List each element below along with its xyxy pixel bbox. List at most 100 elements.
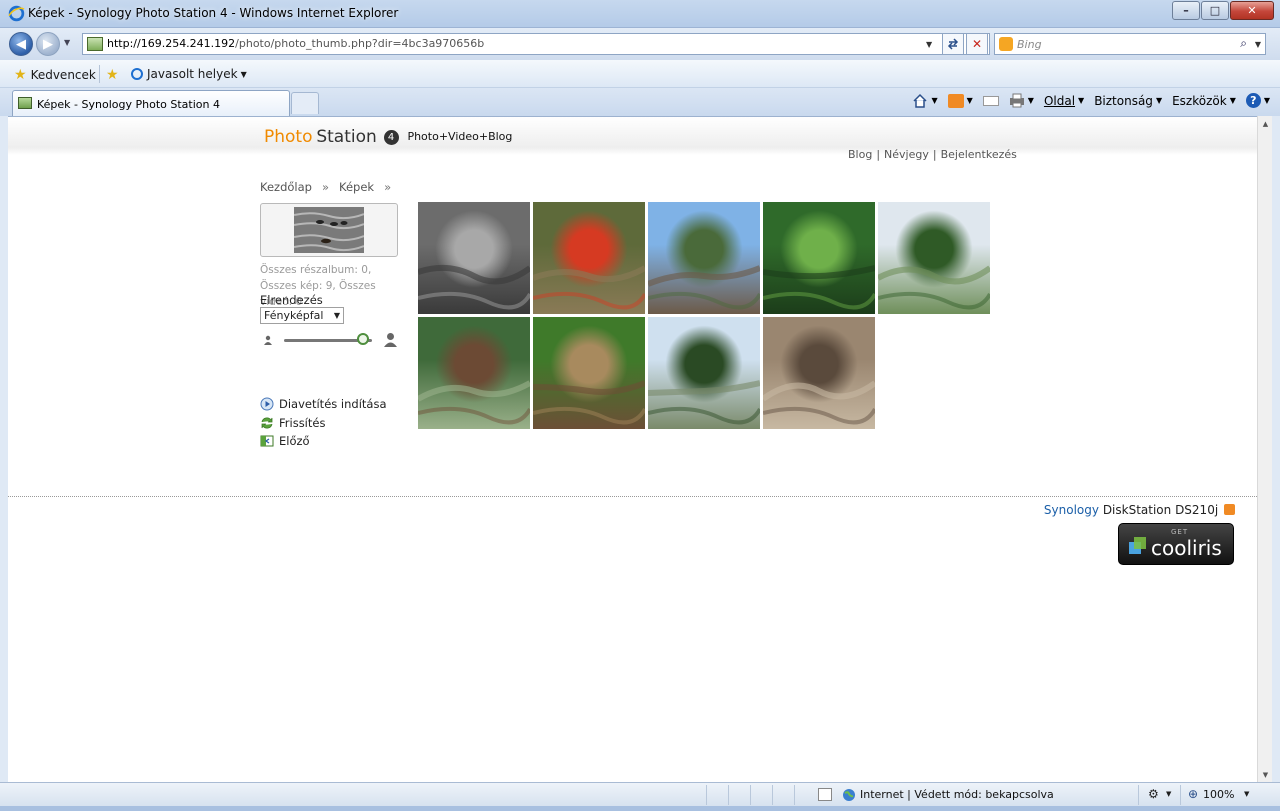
play-icon [260,397,274,411]
scroll-down-arrow-icon[interactable]: ▼ [1258,767,1273,782]
photo-thumbnail[interactable] [648,317,760,429]
suggested-sites-button[interactable]: Javasolt helyek ▼ [130,67,247,81]
footer-brand: Synology DiskStation DS210j [1044,503,1235,517]
red-mushroom-photo [533,265,645,310]
sort-label: Elrendezés [260,293,323,307]
close-button[interactable]: ✕ [1230,1,1274,20]
security-zone-text[interactable]: Internet | Védett mód: bekapcsolva [860,788,1054,801]
favorites-star-icon: ★ [14,67,27,83]
status-separator [706,785,707,805]
conifer-clearing-photo [648,380,760,425]
add-to-favorites-icon: ★ [106,67,119,83]
vertical-scrollbar[interactable]: ▲ ▼ [1257,116,1272,782]
small-person-icon[interactable] [263,335,273,345]
search-box[interactable]: Bing ⌕ ▼ [994,33,1266,55]
address-url[interactable]: http://169.254.241.192/photo/photo_thumb… [107,37,484,50]
refresh-button[interactable] [942,33,964,55]
chevron-down-icon[interactable]: ▼ [1166,790,1171,798]
thumbnail-size-slider-thumb[interactable] [357,333,370,345]
recent-pages-dropdown[interactable]: ▼ [64,38,70,47]
protected-mode-icon[interactable]: ⚙ [1148,787,1159,801]
minimize-button[interactable]: – [1172,1,1200,20]
search-icon[interactable]: ⌕ [1240,36,1247,51]
previous-link[interactable]: Előző [260,434,310,448]
forward-button[interactable]: ▶ [36,32,60,56]
tab-bar: Képek - Synology Photo Station 4 ▼ ▼ ▼ O… [0,88,1280,116]
refresh-link[interactable]: Frissítés [260,416,325,430]
login-link[interactable]: Bejelentkezés [941,148,1017,161]
address-bar[interactable]: http://169.254.241.192/photo/photo_thumb… [82,33,990,55]
refresh-icon [947,38,959,50]
page-menu[interactable]: Oldal ▼ [1044,94,1084,108]
photo-thumbnail[interactable] [533,317,645,429]
about-link[interactable]: Névjegy [884,148,929,161]
favorites-bar: ★ Kedvencek ★ Javasolt helyek ▼ [0,60,1280,88]
breadcrumb-home[interactable]: Kezdőlap [260,180,312,194]
cooliris-logo-icon [1129,537,1146,554]
forest-valley-photo [878,265,990,310]
photo-thumbnail[interactable] [648,202,760,314]
window-titlebar: Képek - Synology Photo Station 4 - Windo… [0,0,1280,28]
maximize-button[interactable]: □ [1201,1,1229,20]
feeds-button[interactable]: ▼ [947,93,973,108]
favorites-button[interactable]: ★ Kedvencek [14,67,96,83]
photo-thumbnail[interactable] [418,202,530,314]
stop-button[interactable]: ✕ [966,33,988,55]
search-dropdown-icon[interactable]: ▼ [1255,40,1261,49]
zoom-dropdown-icon[interactable]: ▼ [1244,790,1249,798]
tools-menu-label: Eszközök [1172,93,1227,108]
help-button[interactable]: ? ▼ [1245,93,1270,108]
ducks-on-water-photo [418,264,530,310]
site-logo[interactable]: Photo Station 4 Photo+Video+Blog [264,127,512,147]
scroll-up-arrow-icon[interactable]: ▲ [1258,116,1273,131]
rss-icon[interactable] [1224,504,1235,515]
add-favorite-button[interactable]: ★ [106,67,123,83]
tree-bark-photo [763,380,875,425]
help-icon: ? [1245,93,1261,108]
green-moss-photo [763,265,875,310]
photo-thumbnail[interactable] [763,317,875,429]
new-tab-button[interactable] [291,92,319,114]
address-dropdown-icon[interactable]: ▼ [926,40,932,49]
photo-thumbnail[interactable] [418,317,530,429]
sort-select[interactable]: Fényképfal ▼ [260,307,344,324]
photo-thumbnail[interactable] [533,202,645,314]
large-person-icon[interactable] [383,332,398,347]
blog-link[interactable]: Blog [848,148,872,161]
logo-photo-text: Photo [264,127,313,147]
synology-link[interactable]: Synology [1044,503,1099,517]
home-button[interactable]: ▼ [912,93,938,108]
site-tagline: Photo+Video+Blog [407,130,513,143]
zoom-level[interactable]: 100% [1203,788,1234,801]
print-button[interactable]: ▼ [1009,93,1034,108]
stop-icon: ✕ [971,37,983,51]
status-separator [1138,785,1139,805]
breadcrumb-current[interactable]: Képek [339,180,374,194]
favorites-separator [99,65,100,83]
status-separator [750,785,751,805]
previous-label: Előző [279,434,310,448]
tab-kepek[interactable]: Képek - Synology Photo Station 4 [12,90,290,116]
back-button[interactable]: ◀ [9,32,33,56]
tools-menu[interactable]: Eszközök ▼ [1172,94,1236,108]
status-separator [728,785,729,805]
album-cover[interactable] [260,203,398,257]
album-cover-image [294,207,364,253]
zoom-icon[interactable]: ⊕ [1188,787,1198,801]
search-placeholder[interactable]: Bing [1017,38,1042,51]
cooliris-brand-text: cooliris [1151,536,1222,560]
status-bar: Internet | Védett mód: bekapcsolva ⚙ ▼ ⊕… [0,782,1280,806]
bing-icon [999,37,1013,51]
popup-blocker-icon[interactable] [818,788,832,801]
photo-thumbnail[interactable] [763,202,875,314]
window-bottom-edge [0,806,1280,811]
slideshow-link[interactable]: Diavetítés indítása [260,397,387,411]
read-mail-button[interactable] [982,95,999,106]
safety-menu[interactable]: Biztonság ▼ [1094,94,1162,108]
home-icon [913,93,927,108]
get-cooliris-button[interactable]: GET cooliris [1118,523,1234,565]
sort-select-value: Fényképfal [264,309,324,322]
breadcrumb-separator: » [384,180,392,194]
photo-thumbnail[interactable] [878,202,990,314]
logo-version-badge: 4 [383,130,399,145]
